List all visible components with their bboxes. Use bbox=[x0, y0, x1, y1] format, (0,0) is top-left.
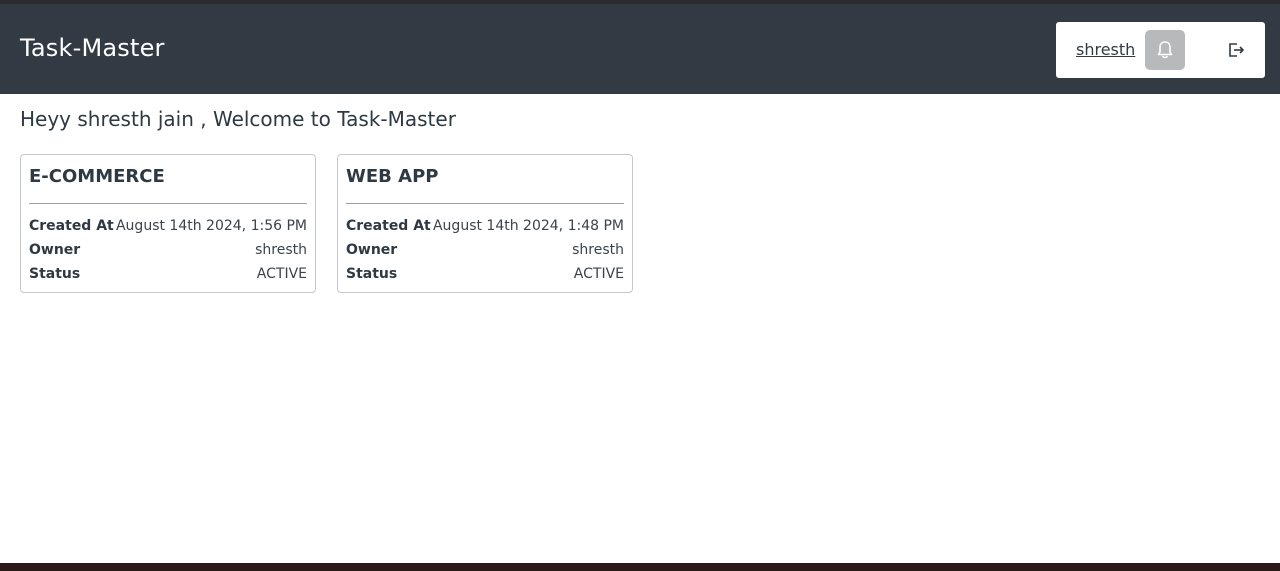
notifications-button[interactable] bbox=[1145, 30, 1185, 70]
status-row: Status ACTIVE bbox=[346, 264, 624, 284]
status-value: ACTIVE bbox=[573, 266, 624, 282]
user-panel: shresth bbox=[1056, 22, 1265, 78]
owner-label: Owner bbox=[346, 242, 398, 258]
created-at-row: Created At August 14th 2024, 1:48 PM bbox=[346, 216, 624, 236]
bell-icon bbox=[1157, 41, 1173, 59]
project-title: E-COMMERCE bbox=[29, 166, 165, 187]
project-card-web-app[interactable]: WEB APP Created At August 14th 2024, 1:4… bbox=[337, 154, 633, 293]
card-divider bbox=[346, 203, 624, 204]
app-title[interactable]: Task-Master bbox=[20, 34, 165, 62]
created-at-label: Created At bbox=[346, 218, 431, 234]
project-title: WEB APP bbox=[346, 166, 439, 187]
created-at-row: Created At August 14th 2024, 1:56 PM bbox=[29, 216, 307, 236]
status-value: ACTIVE bbox=[256, 266, 307, 282]
status-label: Status bbox=[346, 266, 398, 282]
status-label: Status bbox=[29, 266, 81, 282]
owner-value: shresth bbox=[572, 242, 624, 258]
project-card-ecommerce[interactable]: E-COMMERCE Created At August 14th 2024, … bbox=[20, 154, 316, 293]
bottom-edge-strip bbox=[0, 563, 1280, 571]
owner-row: Owner shresth bbox=[29, 240, 307, 260]
card-divider bbox=[29, 203, 307, 204]
navbar: Task-Master shresth bbox=[0, 4, 1280, 94]
created-at-label: Created At bbox=[29, 218, 114, 234]
status-row: Status ACTIVE bbox=[29, 264, 307, 284]
created-at-value: August 14th 2024, 1:48 PM bbox=[432, 218, 624, 234]
logout-button[interactable] bbox=[1224, 38, 1248, 62]
created-at-value: August 14th 2024, 1:56 PM bbox=[115, 218, 307, 234]
owner-label: Owner bbox=[29, 242, 81, 258]
logout-icon bbox=[1229, 43, 1244, 57]
owner-value: shresth bbox=[255, 242, 307, 258]
username-link[interactable]: shresth bbox=[1076, 40, 1135, 59]
welcome-message: Heyy shresth jain , Welcome to Task-Mast… bbox=[20, 107, 456, 131]
owner-row: Owner shresth bbox=[346, 240, 624, 260]
